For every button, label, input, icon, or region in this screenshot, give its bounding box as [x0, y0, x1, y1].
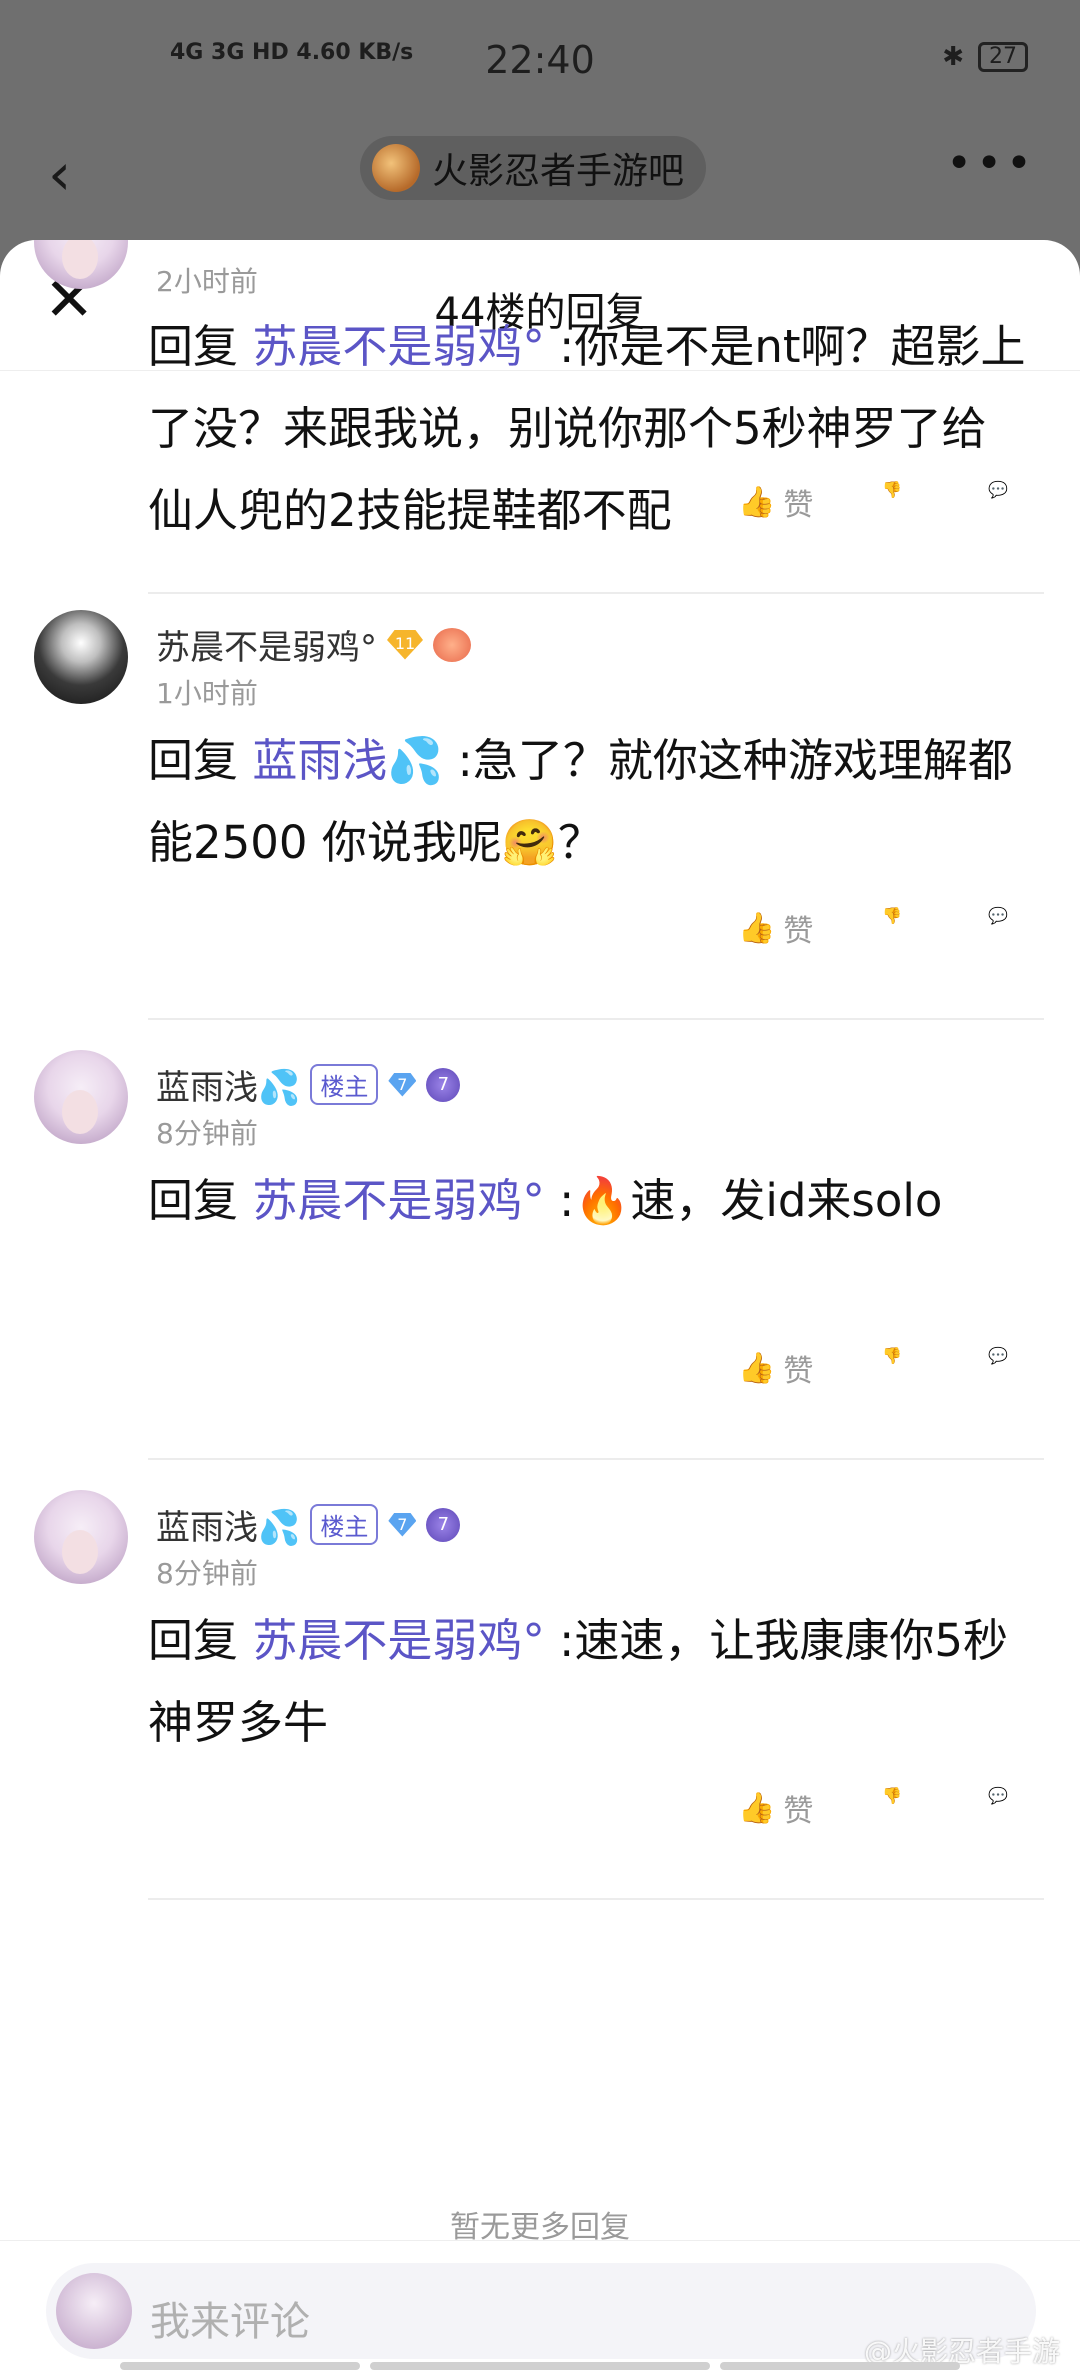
forum-name: 火影忍者手游吧 [432, 151, 685, 192]
like-label: 赞 [783, 1794, 814, 1829]
reply-label: 回复 [148, 320, 239, 373]
comment-actions: 👍 赞 👎 💬 [0, 1346, 1080, 1406]
back-icon[interactable]: ‹ [48, 140, 71, 208]
top-nav: ‹ 火影忍者手游吧 ••• [0, 120, 1080, 220]
comment-time: 8分钟前 [156, 1557, 258, 1590]
comment-actions: 👍 赞 👎 💬 [0, 1786, 1080, 1846]
more-icon[interactable]: ••• [946, 138, 1036, 189]
divider [148, 1458, 1044, 1460]
bluetooth-icon: ✱ [942, 42, 964, 72]
avatar[interactable] [34, 1050, 128, 1144]
divider [148, 1898, 1044, 1900]
clock: 22:40 [485, 38, 595, 82]
comment-time: 2小时前 [156, 265, 258, 298]
reply-icon[interactable]: 💬 [988, 1786, 1008, 1805]
comment-item: 蓝雨浅💦 楼主 7 7 8分钟前 回复 苏晨不是弱鸡° :速速，让我康康你5秒神… [0, 1490, 1080, 1930]
comment-text: :🔥速，发id来solo [559, 1174, 943, 1227]
reply-icon[interactable]: 💬 [988, 1346, 1008, 1365]
reply-sheet: ✕ 44楼的回复 2小时前 回复 苏晨不是弱鸡° :你是不是nt啊？超影上了没？… [0, 240, 1080, 2376]
thumbs-up-icon: 👍 [738, 1350, 776, 1386]
comment-body: 回复 苏晨不是弱鸡° :🔥速，发id来solo [148, 1160, 1028, 1242]
like-button[interactable]: 👍 赞 [738, 480, 813, 524]
mention-link[interactable]: 苏晨不是弱鸡° [252, 1614, 545, 1667]
comment-item: 蓝雨浅💦 楼主 7 7 8分钟前 回复 苏晨不是弱鸡° :🔥速，发id来solo… [0, 1050, 1080, 1470]
level-gem-icon: 7 [388, 1072, 417, 1097]
mention-link[interactable]: 苏晨不是弱鸡° [252, 1174, 545, 1227]
comment-time: 1小时前 [156, 677, 258, 710]
author-name[interactable]: 蓝雨浅💦 [156, 1500, 300, 1549]
status-bar: 4G 3G HD 4.60 KB/s 22:40 ✱ 27 [0, 0, 1080, 130]
op-badge: 楼主 [310, 1064, 379, 1105]
like-label: 赞 [783, 914, 814, 949]
dislike-icon[interactable]: 👎 [882, 906, 902, 925]
avatar[interactable] [34, 240, 128, 289]
thumbs-up-icon: 👍 [738, 1790, 776, 1826]
comment-time: 8分钟前 [156, 1117, 258, 1150]
medal-icon [433, 627, 471, 662]
reply-icon[interactable]: 💬 [988, 906, 1008, 925]
medal-icon: 7 [426, 1507, 461, 1542]
dislike-icon[interactable]: 👎 [882, 480, 902, 499]
avatar [56, 2273, 132, 2349]
divider [148, 1018, 1044, 1020]
comment-author: 苏晨不是弱鸡° 11 [156, 620, 471, 669]
divider [148, 592, 1044, 594]
avatar[interactable] [34, 1490, 128, 1584]
forum-title-pill[interactable]: 火影忍者手游吧 [360, 136, 707, 200]
comment-author: 蓝雨浅💦 楼主 7 7 [156, 1500, 461, 1549]
status-right: ✱ 27 [942, 42, 1028, 72]
comment-body: 回复 蓝雨浅💦 :急了？就你这种游戏理解都能2500 你说我呢🤗？ [148, 720, 1028, 884]
level-gem-icon: 7 [388, 1512, 417, 1537]
input-placeholder: 我来评论 [150, 2299, 310, 2345]
reply-label: 回复 [148, 1614, 239, 1667]
battery-icon: 27 [978, 42, 1028, 72]
comment-author: 蓝雨浅💦 楼主 7 7 [156, 1060, 461, 1109]
thumbs-up-icon: 👍 [738, 910, 776, 946]
comment-item: 苏晨不是弱鸡° 11 1小时前 回复 蓝雨浅💦 :急了？就你这种游戏理解都能25… [0, 610, 1080, 1030]
reply-icon[interactable]: 💬 [988, 480, 1008, 499]
reply-label: 回复 [148, 1174, 239, 1227]
mention-link[interactable]: 蓝雨浅💦 [252, 734, 443, 787]
comment-actions: 👍 赞 👎 💬 [0, 480, 1080, 540]
like-label: 赞 [783, 1354, 814, 1389]
thumbs-up-icon: 👍 [738, 484, 776, 520]
gesture-bar [370, 2362, 710, 2370]
mention-link[interactable]: 苏晨不是弱鸡° [252, 320, 545, 373]
like-button[interactable]: 👍 赞 [738, 1346, 813, 1390]
comment-actions: 👍 赞 👎 💬 [0, 906, 1080, 966]
gesture-bar [720, 2362, 960, 2370]
reply-label: 回复 [148, 734, 239, 787]
gesture-bar [120, 2362, 360, 2370]
like-button[interactable]: 👍 赞 [738, 1786, 813, 1830]
comment-body: 回复 苏晨不是弱鸡° :速速，让我康康你5秒神罗多牛 [148, 1600, 1028, 1764]
avatar[interactable] [34, 610, 128, 704]
author-name[interactable]: 苏晨不是弱鸡° [156, 620, 377, 669]
dislike-icon[interactable]: 👎 [882, 1346, 902, 1365]
author-name[interactable]: 蓝雨浅💦 [156, 1060, 300, 1109]
like-label: 赞 [783, 488, 814, 523]
forum-avatar [372, 144, 420, 192]
op-badge: 楼主 [310, 1504, 379, 1545]
medal-icon: 7 [426, 1067, 461, 1102]
like-button[interactable]: 👍 赞 [738, 906, 813, 950]
dislike-icon[interactable]: 👎 [882, 1786, 902, 1805]
level-gem-icon: 11 [387, 629, 423, 660]
